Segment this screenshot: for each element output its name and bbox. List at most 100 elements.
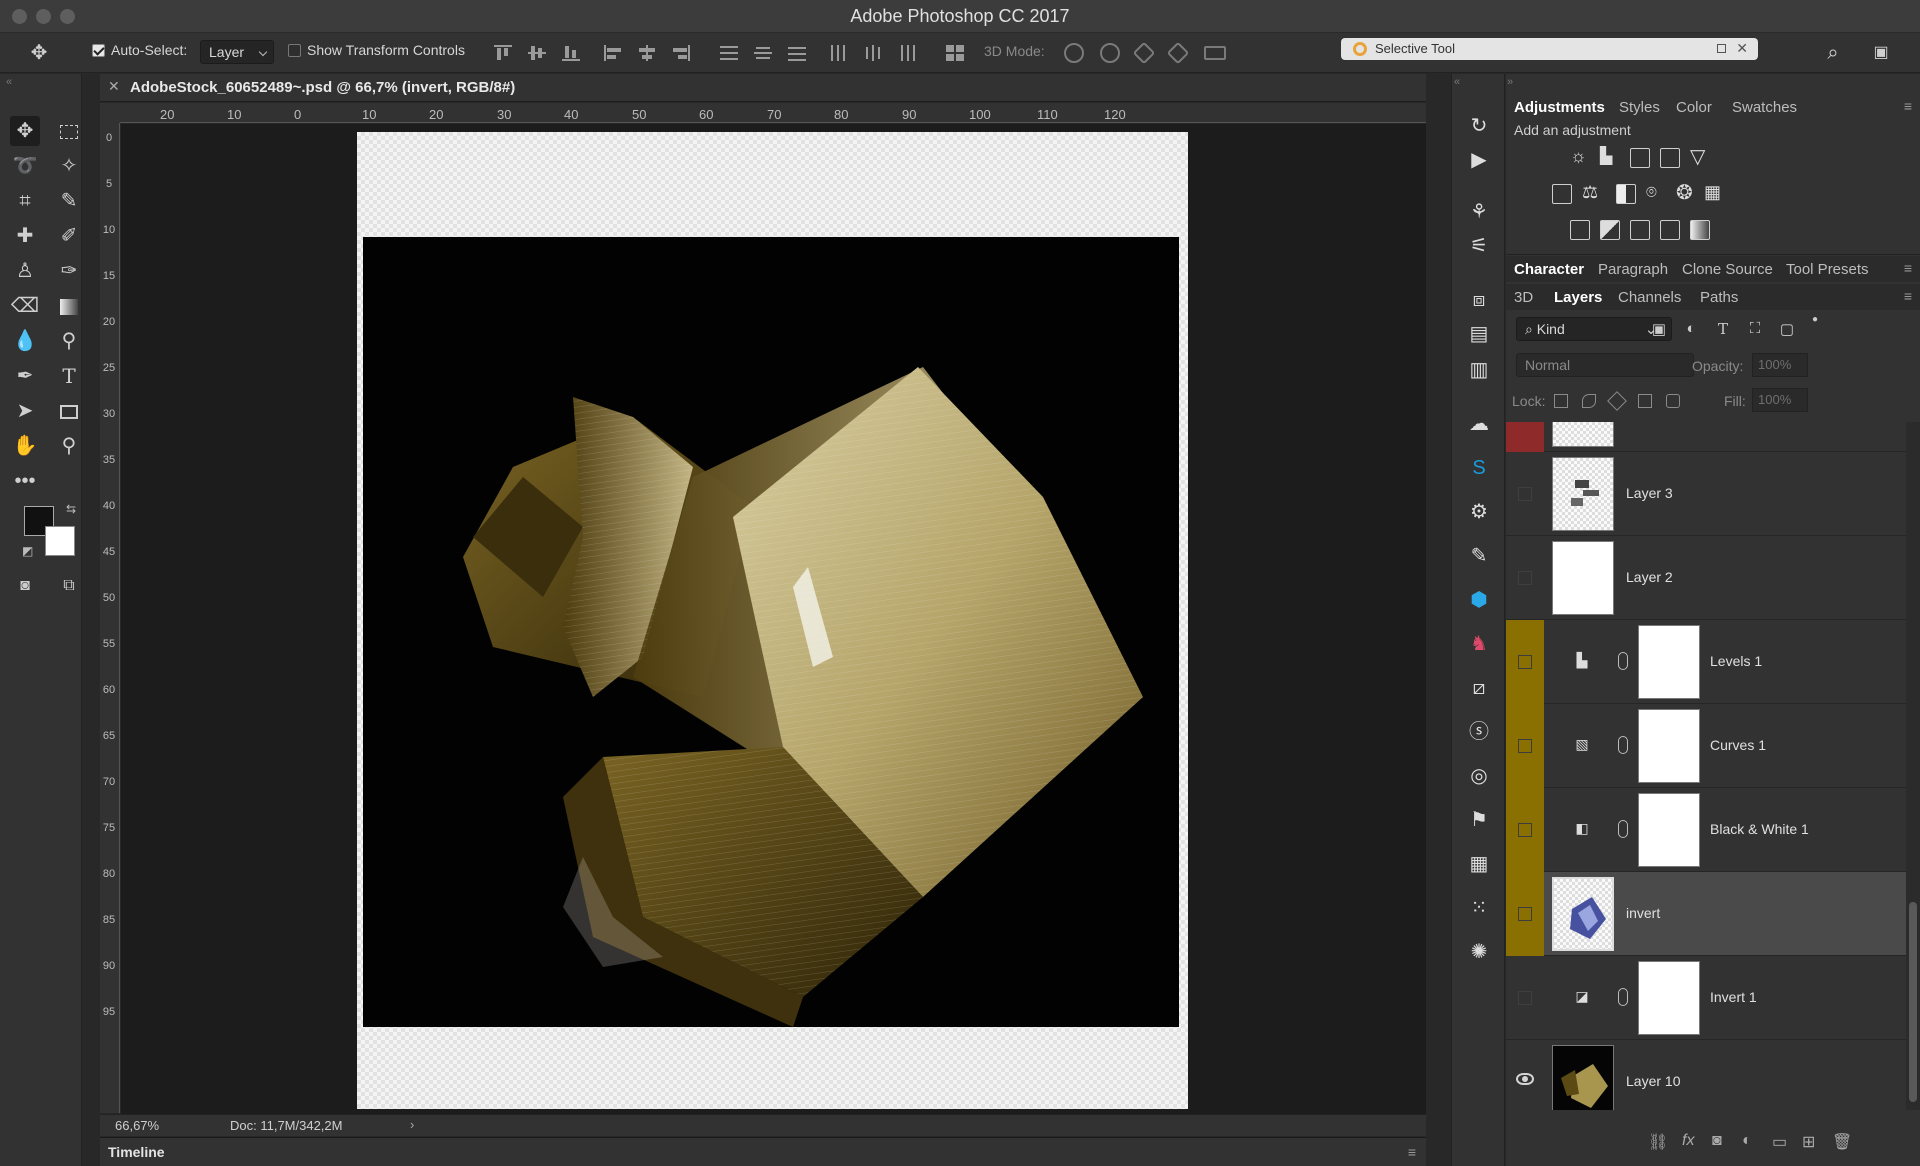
filter-shape-icon[interactable]: ⛶ — [1746, 320, 1764, 338]
plugin-transform-icon[interactable]: ⧄ — [1465, 674, 1493, 702]
layer-thumbnail[interactable] — [1552, 457, 1614, 531]
layer-name[interactable]: Black & White 1 — [1710, 821, 1809, 837]
fill-input[interactable]: 100% — [1752, 388, 1808, 412]
swap-colors-icon[interactable]: ⇆ — [66, 502, 76, 516]
expand-dock-icon[interactable]: « — [1454, 76, 1460, 88]
path-selection-tool-icon[interactable]: ➤ — [10, 396, 40, 426]
layer-thumbnail[interactable] — [1552, 877, 1614, 951]
lock-artboard-icon[interactable] — [1638, 394, 1652, 408]
new-group-icon[interactable]: ▭ — [1772, 1132, 1787, 1152]
brightness-contrast-icon[interactable]: ☼ — [1570, 146, 1587, 167]
filter-toggle-icon[interactable]: ● — [1806, 314, 1824, 332]
selective-color-icon[interactable] — [1660, 220, 1680, 240]
distribute-left-icon[interactable] — [830, 45, 848, 61]
move-tool-preset-icon[interactable]: ✥ — [24, 38, 54, 68]
tab-paths[interactable]: Paths — [1700, 289, 1738, 306]
plugin-cube-icon[interactable]: ⬢ — [1465, 586, 1493, 614]
plugin-grid-icon[interactable]: ▦ — [1465, 850, 1493, 878]
3d-orbit-icon[interactable] — [1064, 43, 1084, 63]
lasso-tool-icon[interactable]: ➰ — [10, 151, 40, 181]
distribute-vertical-center-icon[interactable] — [754, 45, 772, 61]
layer-visibility-toggle[interactable] — [1506, 422, 1544, 452]
3d-roll-icon[interactable] — [1100, 43, 1120, 63]
align-bottom-icon[interactable] — [562, 45, 580, 61]
new-adjustment-layer-icon[interactable]: ◐ — [1742, 1132, 1752, 1150]
screen-mode-icon[interactable]: ⧉ — [54, 571, 84, 601]
align-right-icon[interactable] — [672, 45, 690, 61]
zoom-tool-icon[interactable]: ⚲ — [54, 431, 84, 461]
tab-swatches[interactable]: Swatches — [1732, 99, 1797, 116]
brush-presets-icon[interactable]: ⚘ — [1465, 198, 1493, 226]
layer-mask-thumbnail[interactable] — [1638, 961, 1700, 1035]
brush-settings-icon[interactable]: ⚟ — [1465, 232, 1493, 260]
layer-mask-thumbnail[interactable] — [1638, 625, 1700, 699]
add-mask-icon[interactable]: ◙ — [1712, 1132, 1722, 1150]
layer-visibility-toggle[interactable] — [1506, 1040, 1544, 1110]
vertical-ruler[interactable]: 0 5 10 15 20 25 30 35 40 45 50 55 60 65 70 75 80 85 90 95 — [100, 123, 120, 1113]
spot-healing-tool-icon[interactable]: ✚ — [10, 221, 40, 251]
layer-visibility-toggle[interactable] — [1506, 452, 1544, 536]
distribute-right-icon[interactable] — [898, 45, 916, 61]
panel-menu-icon[interactable]: ≡ — [1904, 260, 1912, 276]
delete-layer-icon[interactable]: 🗑 — [1832, 1132, 1852, 1152]
lock-transparent-icon[interactable] — [1554, 394, 1568, 408]
actions-play-icon[interactable]: ▶ — [1465, 146, 1493, 174]
curves-icon[interactable] — [1630, 148, 1650, 168]
align-horizontal-center-icon[interactable] — [638, 45, 656, 61]
layer-row[interactable]: ▙ Levels 1 — [1506, 620, 1906, 704]
3d-slide-icon[interactable] — [1166, 41, 1190, 65]
layer-visibility-toggle[interactable] — [1506, 872, 1544, 956]
gradient-tool-icon[interactable] — [54, 291, 84, 321]
tab-styles[interactable]: Styles — [1619, 99, 1660, 116]
mask-link-icon[interactable] — [1618, 820, 1628, 838]
panel-menu-icon[interactable]: ≡ — [1408, 1144, 1416, 1160]
panel-menu-icon[interactable]: ≡ — [1904, 98, 1912, 114]
levels-icon[interactable]: ▙ — [1600, 146, 1612, 166]
layer-row[interactable]: Layer 3 — [1506, 452, 1906, 536]
layer-row[interactable]: ◪ Invert 1 — [1506, 956, 1906, 1040]
plugin-brush-icon[interactable]: ✎ — [1465, 542, 1493, 570]
layer-row[interactable]: Layer 2 — [1506, 536, 1906, 620]
layer-visibility-toggle[interactable] — [1506, 956, 1544, 1040]
gradient-map-icon[interactable] — [1690, 220, 1710, 240]
plugin-s-circle-icon[interactable]: ⓢ — [1465, 718, 1493, 746]
distribute-top-icon[interactable] — [720, 45, 738, 61]
layer-row[interactable]: Layer 10 — [1506, 1040, 1906, 1110]
filter-type-icon[interactable]: T — [1714, 320, 1732, 338]
layer-name[interactable]: Layer 10 — [1626, 1073, 1680, 1089]
layer-name[interactable]: invert — [1626, 905, 1660, 921]
type-tool-icon[interactable]: T — [54, 361, 84, 391]
layer-name[interactable]: Curves 1 — [1710, 737, 1766, 753]
plugin-dots-icon[interactable]: ⁙ — [1465, 894, 1493, 922]
quick-mask-icon[interactable]: ◙ — [10, 571, 40, 601]
tab-layers[interactable]: Layers — [1554, 289, 1602, 306]
auto-select-target-dropdown[interactable]: Layer — [200, 40, 274, 64]
align-vertical-center-icon[interactable] — [528, 45, 546, 61]
tab-clone-source[interactable]: Clone Source — [1682, 261, 1773, 278]
mask-link-icon[interactable] — [1618, 988, 1628, 1006]
black-white-adjust-icon[interactable] — [1616, 184, 1636, 204]
properties-icon[interactable]: ⧈ — [1465, 286, 1493, 314]
color-lookup-icon[interactable]: ▦ — [1704, 182, 1721, 203]
creative-cloud-icon[interactable]: ☁ — [1465, 410, 1493, 438]
crop-tool-icon[interactable]: ⌗ — [10, 186, 40, 216]
layer-visibility-toggle[interactable] — [1506, 704, 1544, 788]
close-icon[interactable]: ✕ — [1736, 40, 1748, 57]
lock-position-icon[interactable] — [1607, 391, 1627, 411]
plugin-s-icon[interactable]: S — [1465, 454, 1493, 482]
posterize-icon[interactable] — [1600, 220, 1620, 240]
align-left-icon[interactable] — [604, 45, 622, 61]
3d-scale-icon[interactable] — [1204, 46, 1226, 60]
photo-filter-icon[interactable]: ⌾ — [1646, 182, 1657, 203]
filter-pixel-icon[interactable]: ▣ — [1650, 320, 1668, 338]
panel-menu-icon[interactable]: ≡ — [1904, 288, 1912, 304]
distribute-bottom-icon[interactable] — [788, 45, 806, 61]
layer-row[interactable] — [1506, 422, 1906, 452]
tab-paragraph[interactable]: Paragraph — [1598, 261, 1668, 278]
layer-thumbnail[interactable] — [1552, 1045, 1614, 1110]
auto-align-layers-icon[interactable] — [946, 45, 964, 61]
layer-name[interactable]: Layer 3 — [1626, 485, 1673, 501]
status-menu-arrow-icon[interactable]: › — [410, 1117, 414, 1132]
close-document-icon[interactable]: ✕ — [108, 78, 120, 95]
libraries-icon[interactable]: ▤ — [1465, 320, 1493, 348]
